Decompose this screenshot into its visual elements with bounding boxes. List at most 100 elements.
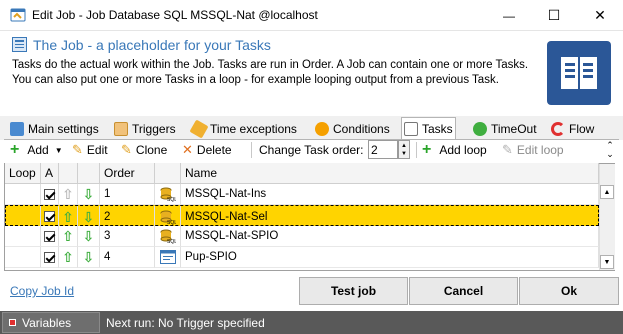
delete-label: Delete [196, 143, 232, 157]
cancel-button[interactable]: Cancel [409, 277, 518, 305]
column-header-name[interactable]: Name [181, 163, 599, 184]
arrow-up-icon[interactable]: ⇧ [62, 250, 74, 264]
window-task-icon [155, 247, 181, 268]
tab-time-exceptions[interactable]: Time exceptions [189, 118, 299, 139]
add-label: Add [27, 143, 49, 157]
change-order-label: Change Task order: [259, 143, 364, 157]
scroll-up-button[interactable]: ▲ [600, 185, 614, 199]
tab-flow-label: Flow [569, 121, 595, 136]
arrow-up-icon[interactable]: ⇧ [62, 187, 74, 201]
move-up-cell: ⇧ [59, 206, 78, 227]
clone-button[interactable]: ✎ Clone [121, 141, 167, 159]
tab-tasks-label: Tasks [422, 121, 453, 136]
pencil-icon: ✎ [72, 142, 83, 157]
tasks-icon [404, 121, 418, 136]
table-row-selected[interactable]: ⇧ ⇩ 2 SQL MSSQL-Nat-Sel [5, 205, 599, 227]
loop-cell [5, 184, 41, 205]
toolbar-separator [251, 142, 252, 158]
scroll-up-icon: ▲ [603, 188, 611, 196]
maximize-icon: ☐ [547, 7, 561, 23]
active-checkbox[interactable] [44, 230, 55, 242]
tab-main-settings[interactable]: Main settings [8, 118, 101, 139]
tab-tasks[interactable]: Tasks [401, 117, 456, 139]
flow-icon [551, 121, 565, 136]
delete-button[interactable]: ✕ Delete [182, 141, 232, 159]
sql-task-icon: SQL [155, 226, 181, 247]
variables-icon [9, 319, 16, 326]
svg-text:SQL: SQL [167, 197, 176, 202]
scroll-down-icon: ▼ [603, 258, 611, 266]
variables-label: Variables [22, 315, 72, 330]
edit-label: Edit [86, 143, 108, 157]
order-cell: 3 [100, 226, 155, 247]
header-title: The Job - a placeholder for your Tasks [33, 37, 271, 53]
arrow-down-icon[interactable]: ⇩ [83, 187, 95, 201]
order-cell: 1 [100, 184, 155, 205]
column-header-up[interactable] [59, 163, 78, 184]
order-cell: 4 [100, 247, 155, 268]
timeout-icon [473, 121, 487, 136]
column-header-order[interactable]: Order [100, 163, 155, 184]
tab-flow[interactable]: Flow [549, 118, 596, 139]
tab-triggers-label: Triggers [132, 121, 176, 136]
table-row[interactable]: ⇧ ⇩ 1 SQL MSSQL-Nat-Ins [5, 184, 599, 205]
variables-button[interactable]: Variables [2, 312, 100, 333]
svg-text:SQL: SQL [167, 239, 176, 244]
job-info-icon [12, 37, 27, 52]
arrow-down-icon[interactable]: ⇩ [83, 229, 95, 243]
close-icon: ✕ [594, 7, 606, 23]
tab-triggers[interactable]: Triggers [112, 118, 178, 139]
test-job-button[interactable]: Test job [299, 277, 408, 305]
tab-timeout-label: TimeOut [491, 121, 537, 136]
edit-button[interactable]: ✎ Edit [72, 141, 108, 159]
ok-button[interactable]: Ok [519, 277, 619, 305]
maximize-button[interactable]: ☐ [531, 0, 577, 31]
edit-job-app-icon [10, 8, 26, 22]
minimize-icon: — [503, 8, 515, 23]
active-cell [41, 184, 59, 205]
toolbar-overflow-icon[interactable]: ⌃ ⌄ [604, 141, 616, 159]
arrow-up-icon[interactable]: ⇧ [62, 210, 74, 224]
chevron-down-icon: ▼ [54, 145, 63, 155]
column-header-loop[interactable]: Loop [5, 163, 41, 184]
active-checkbox[interactable] [44, 251, 55, 263]
svg-text:SQL: SQL [167, 220, 176, 225]
add-loop-label: Add loop [439, 143, 487, 157]
active-cell [41, 226, 59, 247]
table-row[interactable]: ⇧ ⇩ 3 SQL MSSQL-Nat-SPIO [5, 226, 599, 247]
scroll-down-button[interactable]: ▼ [600, 255, 614, 269]
minimize-button[interactable]: — [486, 0, 532, 31]
active-checkbox[interactable] [44, 211, 55, 222]
edit-loop-button[interactable]: ✎ Edit loop [502, 141, 564, 159]
arrow-down-icon[interactable]: ⇩ [83, 210, 95, 224]
loop-cell [5, 206, 41, 227]
active-checkbox[interactable] [44, 188, 55, 200]
add-loop-button[interactable]: + Add loop [422, 141, 487, 159]
arrow-up-icon[interactable]: ⇧ [62, 229, 74, 243]
order-cell: 2 [100, 206, 155, 227]
move-down-cell: ⇩ [78, 184, 100, 205]
triggers-icon [114, 121, 128, 136]
column-header-type[interactable] [155, 163, 181, 184]
header-description-line-2: You can also put one or more Tasks in a … [12, 74, 499, 86]
task-order-input[interactable] [368, 140, 398, 159]
column-header-active[interactable]: A [41, 163, 59, 184]
task-name-cell: Pup-SPIO [181, 247, 599, 268]
tab-timeout[interactable]: TimeOut [471, 118, 539, 139]
arrow-down-icon[interactable]: ⇩ [83, 250, 95, 264]
task-name-cell: MSSQL-Nat-Sel [185, 210, 268, 223]
table-row[interactable]: ⇧ ⇩ 4 Pup-SPIO [5, 247, 599, 268]
loop-cell [5, 247, 41, 268]
move-up-cell: ⇧ [59, 247, 78, 268]
add-button[interactable]: + Add ▼ [10, 141, 63, 159]
task-name-cell: MSSQL-Nat-Ins [181, 184, 599, 205]
spin-down-icon: ▼ [401, 150, 407, 157]
move-up-cell: ⇧ [59, 226, 78, 247]
task-order-spinner[interactable]: ▲ ▼ [398, 140, 410, 159]
copy-job-id-link[interactable]: Copy Job Id [10, 284, 74, 298]
task-name-cell: MSSQL-Nat-SPIO [181, 226, 599, 247]
tab-conditions[interactable]: Conditions [313, 118, 392, 139]
close-button[interactable]: ✕ [577, 0, 623, 31]
column-header-down[interactable] [78, 163, 100, 184]
edit-loop-icon: ✎ [502, 142, 513, 157]
